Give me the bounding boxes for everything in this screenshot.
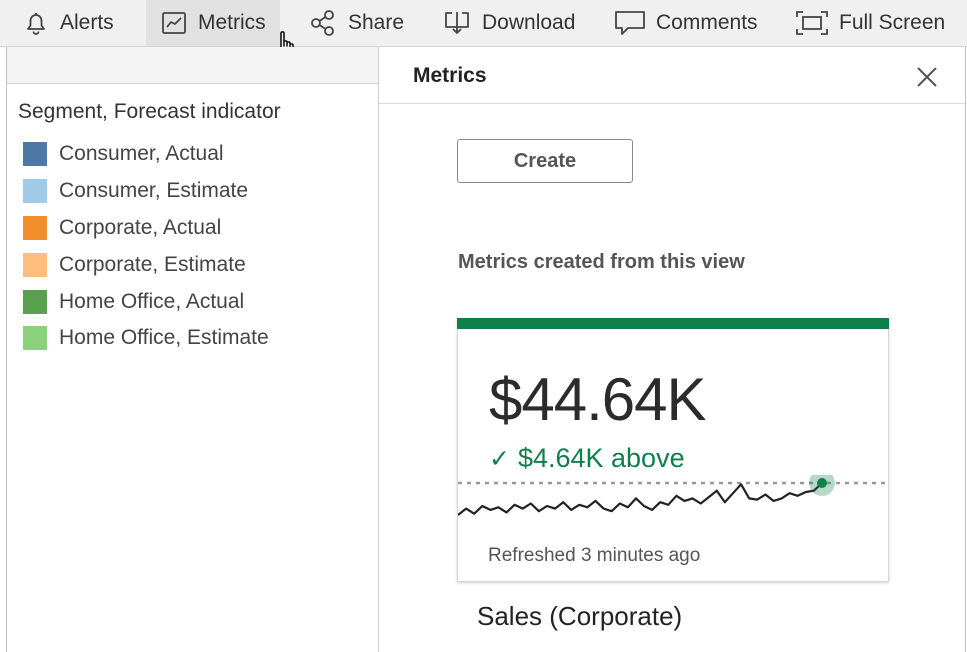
metrics-label: Metrics [198, 11, 266, 34]
comments-button[interactable]: Comments [614, 0, 758, 46]
share-icon [308, 8, 338, 38]
legend-item[interactable]: Consumer, Actual [23, 136, 269, 173]
legend-item[interactable]: Consumer, Estimate [23, 173, 269, 210]
alerts-label: Alerts [60, 11, 114, 34]
legend-swatch [23, 215, 47, 240]
legend-item[interactable]: Corporate, Estimate [23, 246, 269, 283]
legend-swatch [23, 326, 47, 351]
metric-value: $44.64K [489, 366, 707, 433]
create-metric-button[interactable]: Create [457, 139, 633, 183]
legend-swatch [23, 179, 47, 204]
metric-card-accent-bar [457, 318, 889, 329]
metrics-section-label: Metrics created from this view [458, 251, 745, 273]
share-button[interactable]: Share [308, 0, 404, 46]
metric-name: Sales (Corporate) [477, 601, 683, 631]
metrics-panel-header: Metrics [379, 47, 965, 104]
legend-list: Consumer, Actual Consumer, Estimate Corp… [23, 136, 269, 357]
download-button[interactable]: Download [442, 0, 575, 46]
frame-border-right [965, 47, 966, 652]
legend-swatch [23, 289, 47, 314]
legend-item[interactable]: Home Office, Estimate [23, 320, 269, 357]
bell-icon [22, 9, 50, 37]
legend-title: Segment, Forecast indicator [18, 100, 281, 123]
sparkline-line [458, 482, 823, 516]
view-toolbar: Alerts Metrics Share Download Comments F… [0, 0, 967, 47]
sparkline-endpoint-dot [817, 478, 827, 488]
metrics-panel-title: Metrics [413, 64, 487, 87]
legend-panel-header-strip [7, 47, 378, 84]
download-icon [442, 8, 472, 38]
legend-item[interactable]: Home Office, Actual [23, 283, 269, 320]
fullscreen-icon [795, 8, 829, 38]
legend-item-label: Consumer, Actual [59, 142, 224, 166]
legend-item-label: Corporate, Estimate [59, 252, 246, 276]
legend-panel: Segment, Forecast indicator Consumer, Ac… [7, 47, 378, 652]
legend-item-label: Corporate, Actual [59, 215, 222, 239]
metric-sparkline [458, 475, 888, 516]
legend-item-label: Consumer, Estimate [59, 179, 249, 203]
legend-swatch [23, 252, 47, 277]
metrics-panel: Metrics Create Metrics created from this… [379, 47, 965, 652]
legend-item-label: Home Office, Actual [59, 289, 245, 313]
comments-label: Comments [656, 11, 758, 34]
legend-item-label: Home Office, Estimate [59, 326, 269, 350]
alerts-button[interactable]: Alerts [22, 0, 114, 46]
metric-comparison-text: $4.64K above [517, 443, 685, 473]
metrics-button[interactable]: Metrics [146, 0, 280, 46]
full-screen-label: Full Screen [839, 11, 946, 34]
check-icon: ✓ [489, 444, 510, 473]
metric-refreshed-time: Refreshed 3 minutes ago [488, 545, 701, 566]
legend-swatch [23, 142, 47, 167]
close-icon [917, 67, 937, 87]
metrics-chart-icon [160, 9, 188, 37]
close-panel-button[interactable] [913, 63, 941, 91]
download-label: Download [482, 11, 576, 34]
metric-card[interactable]: $44.64K ✓ $4.64K above Refreshed 3 minut… [457, 318, 889, 582]
comment-icon [614, 8, 646, 38]
legend-item[interactable]: Corporate, Actual [23, 210, 269, 247]
share-label: Share [348, 11, 405, 34]
metric-comparison: ✓ $4.64K above [489, 443, 685, 474]
full-screen-button[interactable]: Full Screen [795, 0, 945, 46]
